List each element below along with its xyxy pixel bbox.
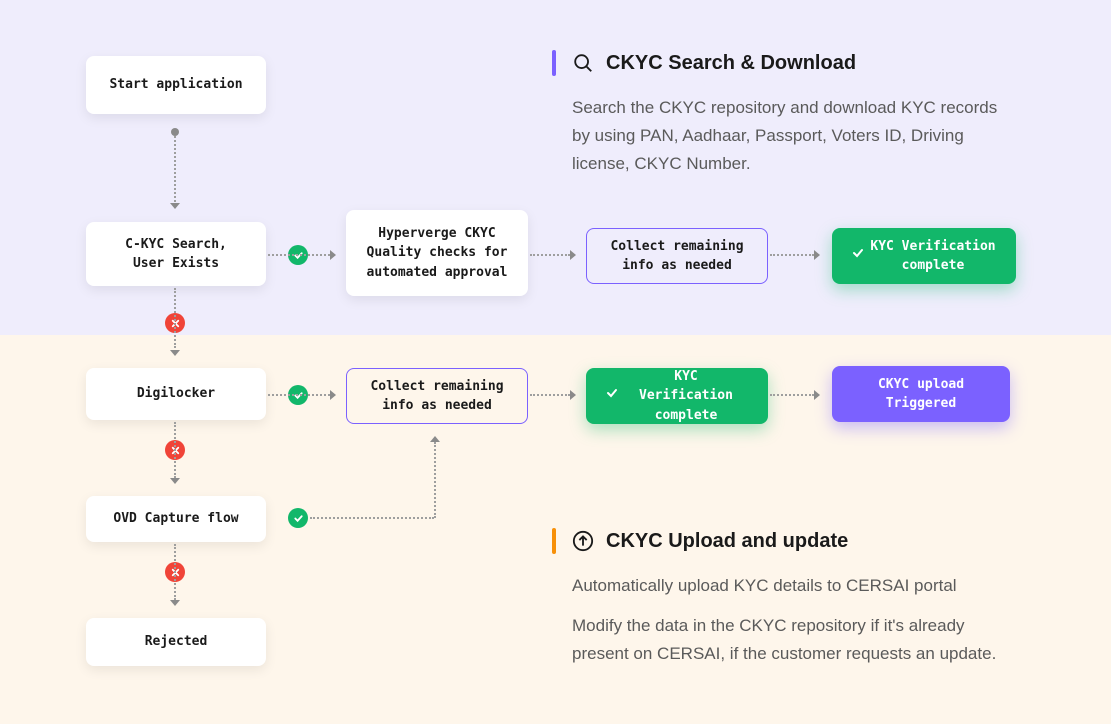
arrow-right-icon xyxy=(330,390,336,400)
connector-line xyxy=(174,544,176,600)
info-upload-section: CKYC Upload and update Automatically upl… xyxy=(552,528,1002,680)
connector-line xyxy=(174,422,176,478)
arrow-up-icon xyxy=(430,436,440,442)
node-digilocker: Digilocker xyxy=(86,368,266,420)
node-collect-info-2: Collect remaining info as needed xyxy=(346,368,528,424)
check-icon xyxy=(606,386,618,406)
accent-bar xyxy=(552,528,556,554)
connector-line xyxy=(770,394,814,396)
node-start: Start application xyxy=(86,56,266,114)
node-verification-complete-2: KYC Verification complete xyxy=(586,368,768,424)
connector-line xyxy=(174,136,176,202)
node-rejected: Rejected xyxy=(86,618,266,666)
section-title: CKYC Search & Download xyxy=(606,52,856,75)
status-ok-icon xyxy=(288,508,308,528)
connector-line xyxy=(530,254,570,256)
node-ovd: OVD Capture flow xyxy=(86,496,266,542)
arrow-right-icon xyxy=(814,250,820,260)
connector-line xyxy=(530,394,570,396)
connector-line xyxy=(268,394,330,396)
upload-icon xyxy=(572,530,594,552)
connector-dot xyxy=(171,128,179,136)
connector-line xyxy=(770,254,814,256)
check-icon xyxy=(852,246,864,266)
arrow-down-icon xyxy=(170,203,180,209)
arrow-down-icon xyxy=(170,600,180,606)
node-verification-complete-1: KYC Verification complete xyxy=(832,228,1016,284)
connector-line xyxy=(174,288,176,348)
node-quality-check: Hyperverge CKYC Quality checks for autom… xyxy=(346,210,528,296)
arrow-right-icon xyxy=(330,250,336,260)
connector-line xyxy=(310,517,434,519)
accent-bar xyxy=(552,50,556,76)
arrow-down-icon xyxy=(170,350,180,356)
node-ckyc-upload: CKYC upload Triggered xyxy=(832,366,1010,422)
search-icon xyxy=(572,52,594,74)
section-title: CKYC Upload and update xyxy=(606,530,848,553)
section-body: Automatically upload KYC details to CERS… xyxy=(572,572,1002,668)
section-body: Search the CKYC repository and download … xyxy=(572,94,1002,178)
arrow-right-icon xyxy=(814,390,820,400)
info-search-section: CKYC Search & Download Search the CKYC r… xyxy=(552,50,1002,190)
node-ckyc-search: C-KYC Search, User Exists xyxy=(86,222,266,286)
connector-line xyxy=(268,254,330,256)
node-collect-info-1: Collect remaining info as needed xyxy=(586,228,768,284)
arrow-down-icon xyxy=(170,478,180,484)
arrow-right-icon xyxy=(570,390,576,400)
connector-line xyxy=(434,442,436,518)
arrow-right-icon xyxy=(570,250,576,260)
